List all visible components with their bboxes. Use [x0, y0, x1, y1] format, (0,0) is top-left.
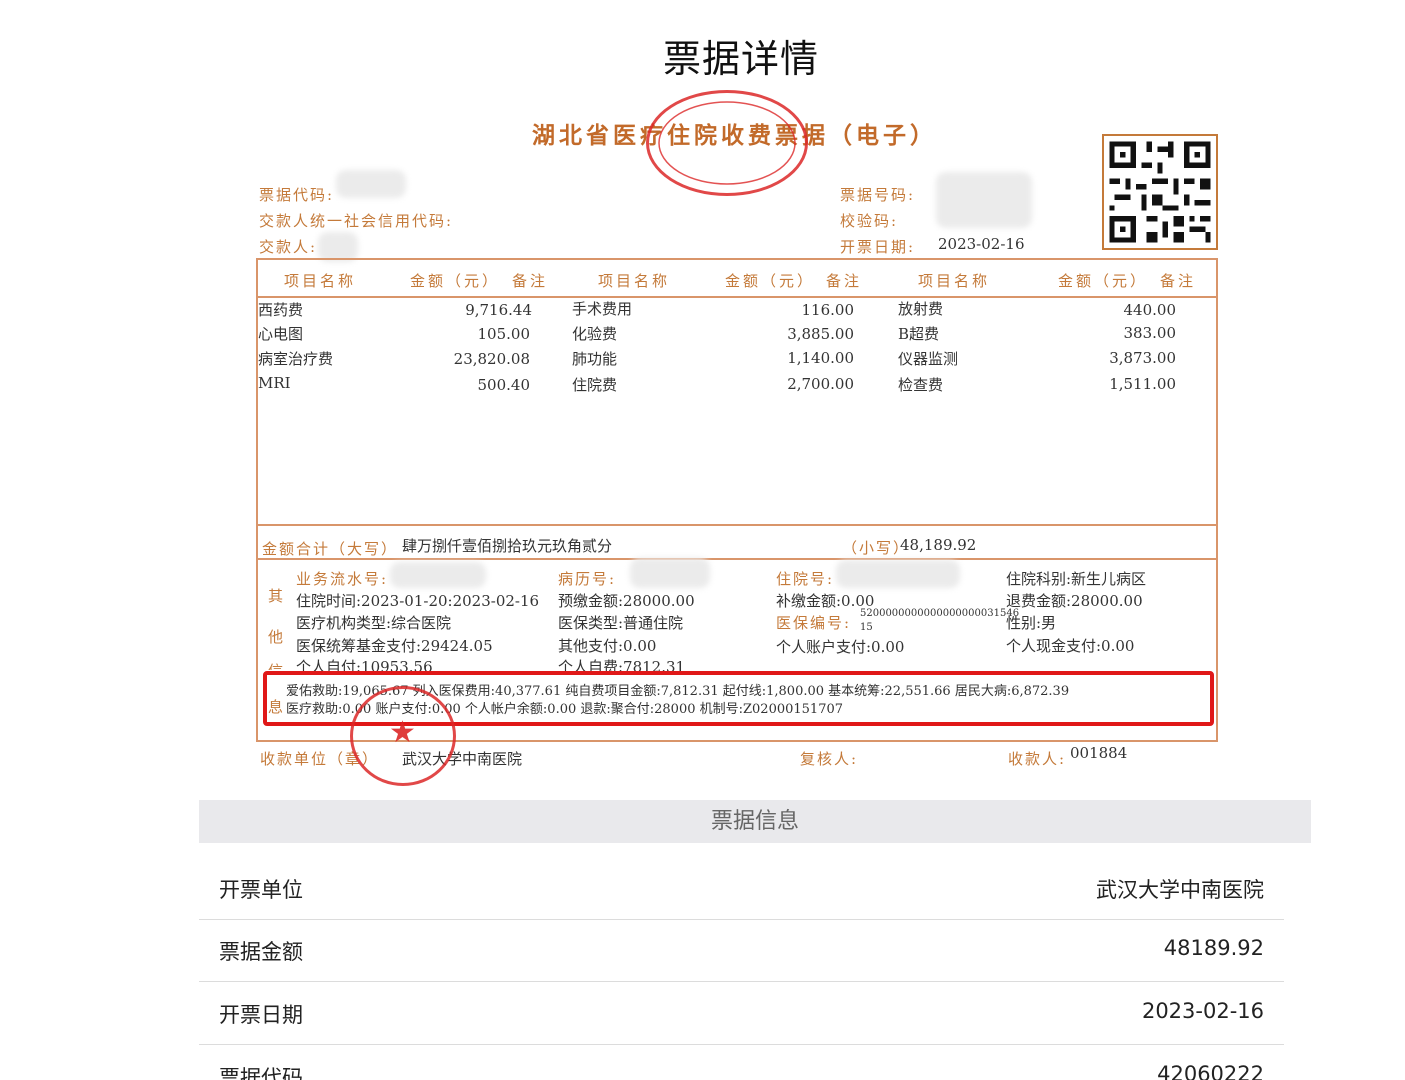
item-name: 住院费 — [572, 376, 618, 394]
reviewer-label: 复核人: — [800, 750, 859, 768]
finance-seal-stamp — [646, 90, 808, 196]
col2-note-header: 备注 — [826, 272, 863, 290]
item-name: 放射费 — [898, 300, 944, 318]
total-upper-label: 金额合计（大写） — [262, 540, 399, 558]
item-amount: 500.40 — [477, 376, 531, 394]
personal-account-pay: 个人账户支付:0.00 — [776, 638, 905, 656]
dept: 住院科别:新生儿病区 — [1006, 570, 1147, 588]
qr-code-icon — [1102, 134, 1218, 250]
insurance-no-value: 5200000000000000000031546 — [860, 608, 1020, 619]
bill-code-label: 票据代码: — [259, 186, 335, 204]
self-expense: 个人自费:7812.31 — [558, 658, 686, 672]
serial-label: 业务流水号: — [296, 570, 389, 588]
table-header-divider — [256, 296, 1218, 298]
insurance-no-label: 医保编号: — [776, 614, 852, 632]
other-info-side-label: 其 — [268, 587, 284, 605]
item-name: 检查费 — [898, 376, 944, 394]
redacted-serial — [390, 562, 486, 588]
payer-label: 交款人: — [259, 238, 318, 256]
prepaid: 预缴金额:28000.00 — [558, 592, 695, 610]
table-total-divider-bottom — [256, 558, 1218, 560]
item-name: MRI — [258, 374, 291, 392]
issue-date-label: 开票日期: — [840, 238, 916, 256]
invoice-image: 湖北省医疗住院收费票据（电子） 票据代码: 交款人统一社会信用代码: 交款人: … — [0, 0, 1405, 800]
col2-name-header: 项目名称 — [598, 272, 671, 290]
item-name: 病室治疗费 — [258, 350, 334, 368]
item-amount: 383.00 — [1123, 324, 1177, 342]
org-type: 医疗机构类型:综合医院 — [296, 614, 452, 632]
redacted-bill-number — [936, 172, 1032, 228]
collector-label: 收款人: — [1008, 750, 1067, 768]
inpatient-label: 住院号: — [776, 570, 835, 588]
info-label: 票据代码 — [219, 1066, 303, 1080]
item-name: 手术费用 — [572, 300, 633, 318]
total-lower-value: 48,189.92 — [900, 536, 977, 554]
total-upper-value: 肆万捌仟壹佰捌拾玖元玖角贰分 — [402, 537, 613, 555]
table-total-divider-top — [256, 524, 1218, 526]
item-amount: 1,140.00 — [787, 349, 854, 367]
info-label: 票据金额 — [219, 940, 303, 964]
record-label: 病历号: — [558, 570, 617, 588]
other-info-side-label: 信 — [268, 660, 283, 670]
info-section-header: 票据信息 — [199, 800, 1311, 843]
gender: 性别:男 — [1006, 614, 1057, 632]
hospital-seal-stamp: ★ — [350, 686, 456, 786]
item-name: B超费 — [898, 325, 940, 343]
insurance-type: 医保类型:普通住院 — [558, 614, 684, 632]
info-label: 开票单位 — [219, 878, 303, 902]
col1-name-header: 项目名称 — [284, 272, 357, 290]
self-pay: 个人自付:10953.56 — [296, 658, 433, 672]
info-row: 票据金额 48189.92 — [199, 920, 1284, 982]
payer-credit-code-label: 交款人统一社会信用代码: — [259, 212, 454, 230]
col2-amount-header: 金额（元） — [725, 272, 816, 290]
redacted-record — [630, 558, 710, 588]
item-amount: 9,716.44 — [465, 301, 532, 319]
redacted-inpatient — [836, 560, 960, 588]
redacted-bill-code — [336, 170, 406, 198]
info-value: 武汉大学中南医院 — [1096, 878, 1264, 902]
info-value: 2023-02-16 — [1141, 999, 1264, 1023]
bill-number-label: 票据号码: — [840, 186, 916, 204]
info-row: 票据代码 42060222 — [199, 1046, 1284, 1080]
item-amount: 105.00 — [477, 325, 531, 343]
item-amount: 3,873.00 — [1109, 349, 1176, 367]
info-label: 开票日期 — [219, 1003, 303, 1027]
col1-note-header: 备注 — [512, 272, 549, 290]
item-name: 仪器监测 — [898, 350, 959, 368]
other-pay: 其他支付:0.00 — [558, 637, 657, 655]
col3-note-header: 备注 — [1160, 272, 1197, 290]
col3-name-header: 项目名称 — [918, 272, 991, 290]
issue-date-value: 2023-02-16 — [938, 235, 1025, 253]
fund-pay: 医保统筹基金支付:29424.05 — [296, 637, 493, 655]
info-value: 42060222 — [1157, 1062, 1264, 1080]
refund: 退费金额:28000.00 — [1006, 592, 1143, 610]
collector-value: 001884 — [1070, 744, 1128, 762]
info-value: 48189.92 — [1163, 936, 1264, 960]
item-name: 心电图 — [258, 325, 304, 343]
cash-pay: 个人现金支付:0.00 — [1006, 637, 1135, 655]
insurance-no-value-2: 15 — [860, 622, 873, 633]
star-icon: ★ — [389, 715, 416, 750]
info-row: 开票日期 2023-02-16 — [199, 983, 1284, 1045]
item-name: 西药费 — [258, 301, 304, 319]
item-name: 化验费 — [572, 325, 618, 343]
item-name: 肺功能 — [572, 350, 618, 368]
hospital-time: 住院时间:2023-01-20:2023-02-16 — [296, 592, 540, 610]
other-info-side-label: 他 — [268, 628, 284, 646]
item-amount: 440.00 — [1123, 301, 1177, 319]
check-code-label: 校验码: — [840, 212, 899, 230]
item-amount: 1,511.00 — [1109, 375, 1176, 393]
info-row: 开票单位 武汉大学中南医院 — [199, 858, 1284, 920]
item-amount: 2,700.00 — [787, 375, 854, 393]
item-amount: 116.00 — [801, 301, 855, 319]
item-amount: 23,820.08 — [453, 350, 530, 368]
col3-amount-header: 金额（元） — [1058, 272, 1149, 290]
item-amount: 3,885.00 — [787, 325, 854, 343]
col1-amount-header: 金额（元） — [410, 272, 501, 290]
